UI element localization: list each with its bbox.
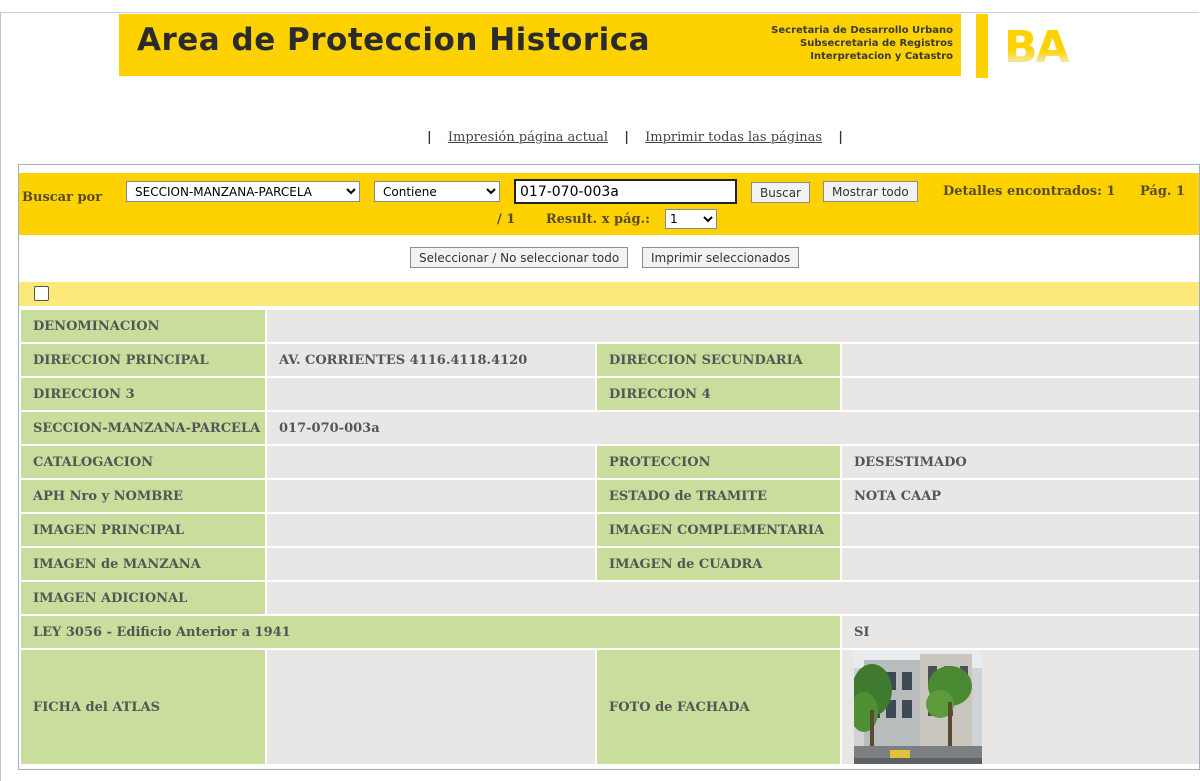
table-row: DIRECCION PRINCIPAL AV. CORRIENTES 4116.… (19, 342, 1199, 378)
separator: | (838, 130, 843, 145)
search-field-select[interactable]: SECCION-MANZANA-PARCELA (126, 181, 360, 202)
imagen-manzana-value (265, 546, 597, 582)
page-title: Area de Proteccion Historica (137, 22, 651, 58)
details-found: Detalles encontrados: 1 (943, 184, 1116, 199)
print-current-page-link[interactable]: Impresión página actual (448, 130, 608, 145)
ba-logo-text: BA (1004, 22, 1070, 68)
proteccion-value: DESESTIMADO (839, 444, 1199, 480)
subtitle-line-1: Secretaria de Desarrollo Urbano (771, 25, 953, 36)
header-accent-bar (976, 14, 988, 78)
table-row: LEY 3056 - Edificio Anterior a 1941 SI (19, 614, 1199, 650)
separator: | (427, 130, 432, 145)
page-indicator: Pág. 1 (1139, 184, 1186, 199)
table-row: DIRECCION 3 DIRECCION 4 (19, 376, 1199, 412)
direccion-secundaria-label: DIRECCION SECUNDARIA (595, 342, 842, 378)
record-table: DENOMINACION DIRECCION PRINCIPAL AV. COR… (19, 308, 1199, 766)
catalogacion-label: CATALOGACION (19, 444, 267, 480)
direccion-principal-value: AV. CORRIENTES 4116.4118.4120 (265, 342, 597, 378)
header-subtitle: Secretaria de Desarrollo Urbano Subsecre… (771, 24, 953, 63)
table-row: IMAGEN de MANZANA IMAGEN de CUADRA (19, 546, 1199, 582)
page-total: / 1 (497, 212, 516, 227)
print-all-pages-link[interactable]: Imprimir todas las páginas (645, 130, 822, 145)
results-per-page-label: Result. x pág.: (545, 212, 650, 227)
imagen-principal-label: IMAGEN PRINCIPAL (19, 512, 267, 548)
imagen-cuadra-label: IMAGEN de CUADRA (595, 546, 842, 582)
results-summary: Detalles encontrados: 1 Pág. 1 (943, 184, 1185, 199)
direccion-3-label: DIRECCION 3 (19, 376, 267, 412)
estado-tramite-label: ESTADO de TRAMITE (595, 478, 842, 514)
imagen-complementaria-value (839, 512, 1199, 548)
search-input[interactable] (514, 179, 737, 204)
search-operator-select[interactable]: Contiene (374, 181, 500, 202)
ficha-atlas-value (265, 648, 597, 766)
record-select-bar (19, 282, 1199, 306)
imagen-adicional-label: IMAGEN ADICIONAL (19, 580, 267, 616)
record-checkbox[interactable] (34, 286, 49, 301)
smp-label: SECCION-MANZANA-PARCELA (19, 410, 267, 446)
select-all-toggle-button[interactable]: Seleccionar / No seleccionar todo (410, 247, 629, 268)
print-links: | Impresión página actual | Imprimir tod… (0, 130, 1200, 145)
proteccion-label: PROTECCION (595, 444, 842, 480)
ley-3056-value: SI (839, 614, 1199, 650)
subtitle-line-2: Subsecretaria de Registros (800, 38, 953, 49)
table-row: IMAGEN PRINCIPAL IMAGEN COMPLEMENTARIA (19, 512, 1199, 548)
denominacion-label: DENOMINACION (19, 308, 267, 344)
table-row: APH Nro y NOMBRE ESTADO de TRAMITE NOTA … (19, 478, 1199, 514)
header-banner: Area de Proteccion Historica Secretaria … (119, 14, 961, 76)
table-row: CATALOGACION PROTECCION DESESTIMADO (19, 444, 1199, 480)
foto-fachada-label: FOTO de FACHADA (595, 648, 842, 766)
direccion-3-value (265, 376, 597, 412)
subtitle-line-3: Interpretacion y Catastro (810, 51, 953, 62)
results-panel: Buscar por SECCION-MANZANA-PARCELA Conti… (18, 164, 1200, 770)
imagen-complementaria-label: IMAGEN COMPLEMENTARIA (595, 512, 842, 548)
table-row: IMAGEN ADICIONAL (19, 580, 1199, 616)
print-selected-button[interactable]: Imprimir seleccionados (642, 247, 800, 268)
ley-3056-label: LEY 3056 - Edificio Anterior a 1941 (19, 614, 842, 650)
direccion-principal-label: DIRECCION PRINCIPAL (19, 342, 267, 378)
smp-value: 017-070-003a (264, 410, 1199, 446)
denominacion-value (264, 308, 1199, 344)
search-bar: Buscar por SECCION-MANZANA-PARCELA Conti… (19, 173, 1199, 235)
direccion-4-label: DIRECCION 4 (595, 376, 842, 412)
table-row: FICHA del ATLAS FOTO de FACHADA (19, 648, 1199, 766)
ficha-atlas-label: FICHA del ATLAS (19, 648, 267, 766)
imagen-manzana-label: IMAGEN de MANZANA (19, 546, 267, 582)
search-button[interactable]: Buscar (751, 182, 810, 203)
direccion-4-value (839, 376, 1199, 412)
aph-value (265, 478, 597, 514)
imagen-principal-value (265, 512, 597, 548)
separator: | (624, 130, 629, 145)
catalogacion-value (265, 444, 597, 480)
pagination-row: / 1 Result. x pág.: (497, 212, 650, 227)
aph-label: APH Nro y NOMBRE (19, 478, 267, 514)
table-row: SECCION-MANZANA-PARCELA 017-070-003a (19, 410, 1199, 446)
ba-logo: BA (1004, 22, 1072, 68)
foto-fachada-value (839, 648, 1199, 766)
search-by-label: Buscar por (22, 190, 103, 205)
show-all-button[interactable]: Mostrar todo (823, 181, 918, 202)
table-row: DENOMINACION (19, 308, 1199, 344)
imagen-cuadra-value (839, 546, 1199, 582)
imagen-adicional-value (264, 580, 1199, 616)
direccion-secundaria-value (839, 342, 1199, 378)
estado-tramite-value: NOTA CAAP (839, 478, 1199, 514)
facade-photo[interactable] (854, 650, 982, 764)
results-per-page-select[interactable]: 1 (665, 209, 717, 229)
